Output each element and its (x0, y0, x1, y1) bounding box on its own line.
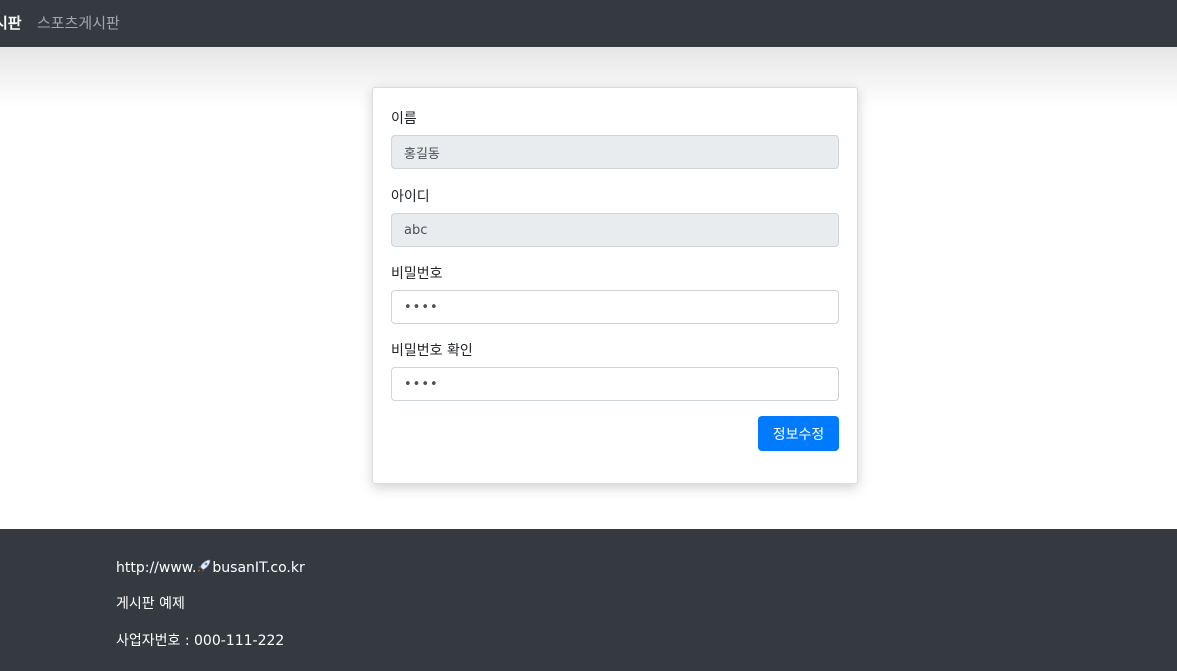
navbar-brand[interactable]: 시판 (0, 12, 22, 33)
password-confirm-value: •••• (404, 376, 439, 392)
footer-url: http://www. busanIT.co.kr (116, 558, 305, 576)
footer-url-prefix: http://www. (116, 560, 197, 576)
password-value: •••• (404, 299, 439, 315)
nav-link-sports-board[interactable]: 스포츠게시판 (37, 12, 120, 33)
footer-business-number: 사업자번호 : 000-111-222 (116, 633, 285, 649)
name-value: 홍길동 (404, 146, 440, 162)
id-value: abc (404, 222, 428, 238)
password-confirm-label: 비밀번호 확인 (391, 343, 473, 359)
footer-title: 게시판 예제 (116, 596, 185, 612)
password-field[interactable]: •••• (391, 290, 839, 324)
top-navbar: 시판 스포츠게시판 (0, 0, 1177, 47)
name-label: 이름 (391, 111, 417, 127)
rocket-icon (196, 558, 212, 574)
footer-url-suffix: busanIT.co.kr (212, 560, 305, 576)
update-info-button[interactable]: 정보수정 (758, 416, 839, 451)
password-confirm-field[interactable]: •••• (391, 367, 839, 401)
footer: http://www. busanIT.co.kr 게시판 예제 사업자번호 : … (0, 529, 1177, 671)
id-label: 아이디 (391, 189, 430, 205)
user-update-form: 이름 홍길동 아이디 abc 비밀번호 •••• 비밀번호 확인 •••• 정보… (372, 87, 858, 484)
id-field: abc (391, 213, 839, 247)
name-field: 홍길동 (391, 135, 839, 169)
password-label: 비밀번호 (391, 266, 443, 282)
